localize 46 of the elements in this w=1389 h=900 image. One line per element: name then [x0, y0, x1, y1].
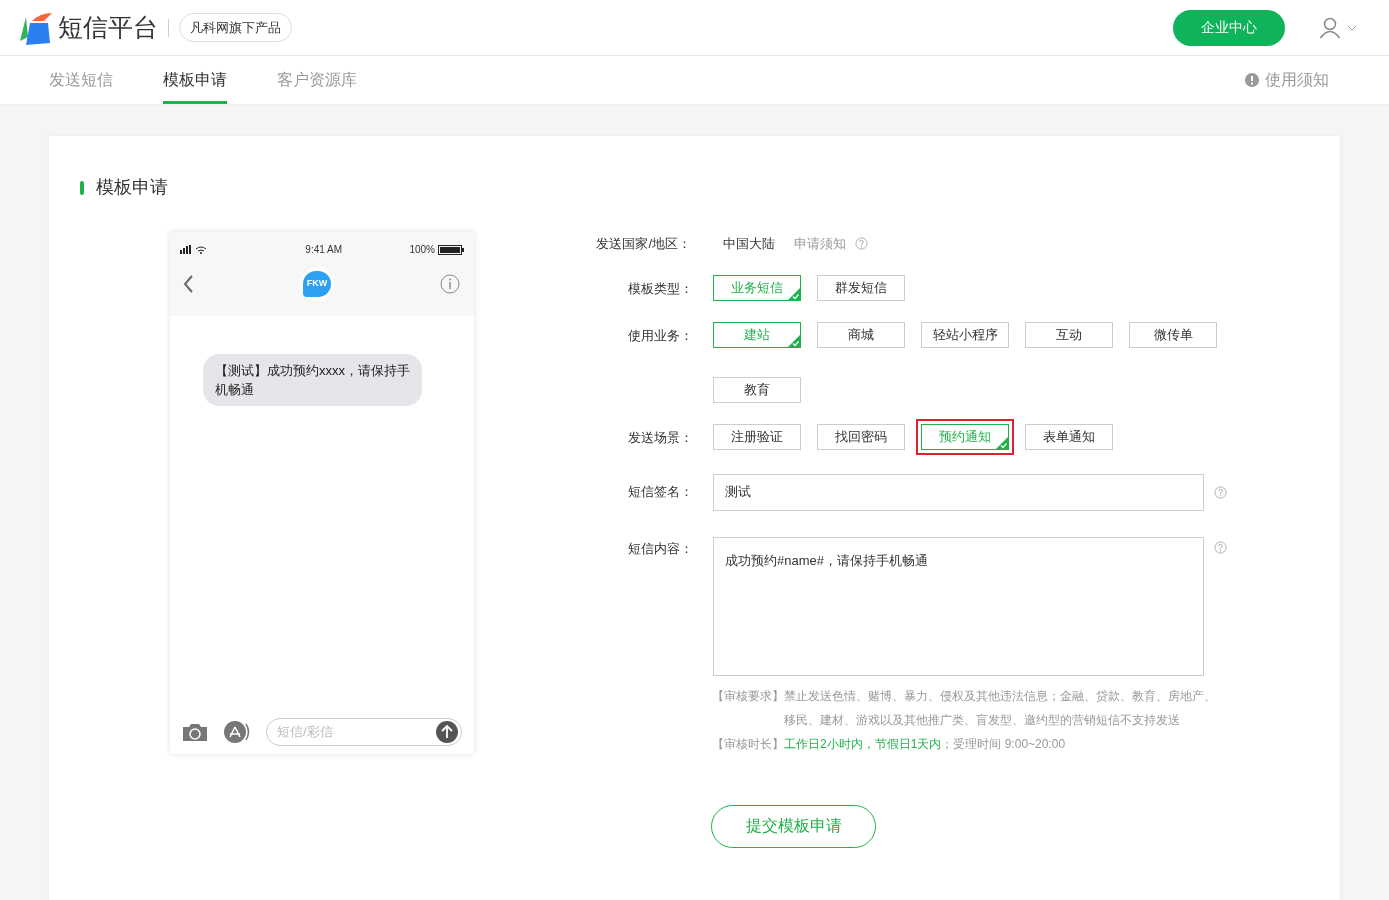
option-button[interactable]: 互动 — [1025, 321, 1113, 348]
option-button[interactable]: 表单通知 — [1025, 423, 1113, 450]
logo-icon — [18, 10, 54, 45]
content-textarea[interactable]: 成功预约#name#，请保持手机畅通 — [713, 536, 1204, 676]
chevron-down-icon[interactable] — [1347, 24, 1357, 31]
nav-tab[interactable]: 模板申请 — [163, 56, 227, 104]
option-button[interactable]: 轻站小程序 — [921, 321, 1009, 348]
note-tag: 【审核要求】 — [712, 683, 784, 732]
card-title: 模板申请 — [96, 176, 168, 199]
title-accent-bar — [80, 180, 84, 195]
signature-value: 测试 — [725, 483, 751, 502]
battery-percent: 100% — [409, 243, 435, 257]
note-text: 禁止发送色情、赌博、暴力、侵权及其他违法信息；金融、贷款、教育、房地产、移民、建材、游戏以及其他推广类、盲发型、邀约型的营销短信不支持发送 — [784, 687, 1217, 729]
option-button[interactable]: 注册验证 — [713, 423, 801, 450]
message-bubble: 【测试】成功预约xxxx，请保持手机畅通 — [203, 354, 422, 406]
signal-wifi-icon — [180, 245, 208, 254]
signature-input[interactable]: 测试 — [713, 473, 1204, 511]
check-badge-icon — [788, 334, 800, 347]
option-button[interactable]: 微传单 — [1129, 321, 1217, 348]
option-button[interactable]: 找回密码 — [817, 423, 905, 450]
battery-icon — [438, 244, 464, 255]
logo-text: 短信平台 — [58, 11, 158, 43]
content-value: 成功预约#name#，请保持手机畅通 — [725, 552, 928, 568]
camera-icon[interactable] — [182, 722, 208, 742]
app-store-icon[interactable] — [222, 721, 252, 743]
field-label: 短信内容： — [627, 539, 693, 558]
note-text: 工作日2小时内，节假日1天内；受理时间 9:00~20:00 — [784, 735, 1066, 753]
note-tag: 【审核时长】 — [712, 731, 784, 756]
info-icon — [1245, 73, 1259, 87]
country-value: 中国大陆 — [723, 235, 775, 253]
check-badge-icon — [788, 287, 800, 300]
field-label: 模板类型： — [627, 279, 693, 298]
check-badge-icon — [996, 436, 1008, 449]
field-label: 使用业务： — [627, 326, 693, 345]
field-label: 发送场景： — [627, 428, 693, 447]
back-chevron-icon[interactable] — [182, 274, 194, 294]
input-placeholder: 短信/彩信 — [277, 723, 334, 742]
avatar-text: FKW — [303, 271, 331, 297]
status-time: 9:41 AM — [305, 243, 343, 257]
user-icon[interactable] — [1319, 16, 1341, 39]
field-label: 发送国家/地区： — [595, 235, 692, 253]
field-label: 短信签名： — [627, 483, 693, 502]
option-button[interactable]: 商城 — [817, 321, 905, 348]
option-button[interactable]: 教育 — [713, 376, 801, 403]
info-icon[interactable] — [440, 274, 460, 294]
option-button[interactable]: 群发短信 — [817, 274, 905, 301]
